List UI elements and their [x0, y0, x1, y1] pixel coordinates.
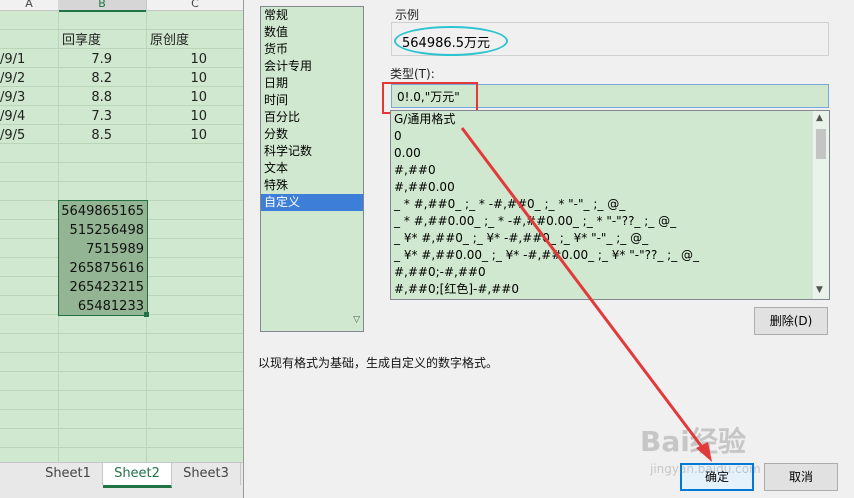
value-cell-c[interactable]: 10 — [147, 107, 207, 126]
header-cell-c[interactable]: 原创度 — [150, 31, 189, 50]
category-item-date[interactable]: 日期 — [261, 75, 363, 92]
format-item[interactable]: _ ¥* #,##0.00_ ;_ ¥* -#,##0.00_ ;_ ¥* "-… — [391, 247, 829, 264]
format-item[interactable]: #,##0 — [391, 162, 829, 179]
sheet-tab-bar: Sheet1 Sheet2 Sheet3 — [0, 462, 243, 498]
grid-row-line — [0, 428, 243, 429]
dialog-footer — [244, 448, 854, 498]
value-cell-c[interactable]: 10 — [147, 69, 207, 88]
delete-button[interactable]: 删除(D) — [754, 307, 828, 335]
date-cell[interactable]: /9/5 — [0, 126, 25, 145]
type-label: 类型(T): — [390, 67, 435, 81]
category-item-special[interactable]: 特殊 — [261, 177, 363, 194]
value-cell-b[interactable]: 7.9 — [58, 50, 112, 69]
grid-row-line — [0, 352, 243, 353]
format-item[interactable]: 0.00 — [391, 145, 829, 162]
category-item-time[interactable]: 时间 — [261, 92, 363, 109]
cancel-button[interactable]: 取消 — [764, 463, 838, 491]
grid-row-line — [0, 29, 243, 30]
grid-row-line — [0, 181, 243, 182]
selected-cell[interactable]: 265423215 — [58, 278, 144, 297]
date-cell[interactable]: /9/1 — [0, 50, 25, 69]
category-item-fraction[interactable]: 分数 — [261, 126, 363, 143]
tab-sheet1[interactable]: Sheet1 — [34, 463, 103, 485]
watermark: Bai经验 — [640, 425, 746, 458]
category-item-general[interactable]: 常规 — [261, 7, 363, 24]
header-cell-b[interactable]: 回享度 — [62, 31, 101, 50]
format-item[interactable]: #,##0;[红色]-#,##0 — [391, 281, 829, 298]
date-cell[interactable]: /9/3 — [0, 88, 25, 107]
tab-sheet3[interactable]: Sheet3 — [172, 463, 241, 485]
selected-cell[interactable]: 5649865165 — [58, 202, 144, 221]
watermark-url: jingyan.baidu.com — [650, 462, 761, 476]
category-item-currency[interactable]: 货币 — [261, 41, 363, 58]
value-cell-c[interactable]: 10 — [147, 50, 207, 69]
category-item-accounting[interactable]: 会计专用 — [261, 58, 363, 75]
selected-cell[interactable]: 65481233 — [58, 297, 144, 316]
column-header-a[interactable]: A — [0, 0, 59, 11]
grid-row-line — [0, 390, 243, 391]
format-item[interactable]: #,##0.00 — [391, 179, 829, 196]
value-cell-c[interactable]: 10 — [147, 88, 207, 107]
grid-row-line — [0, 333, 243, 334]
value-cell-c[interactable]: 10 — [147, 126, 207, 145]
category-item-text[interactable]: 文本 — [261, 160, 363, 177]
description-text: 以现有格式为基础，生成自定义的数字格式。 — [258, 356, 499, 370]
category-item-scientific[interactable]: 科学记数 — [261, 143, 363, 160]
format-item[interactable]: _ * #,##0.00_ ;_ * -#,##0.00_ ;_ * "-"??… — [391, 213, 829, 230]
chevron-up-icon[interactable]: ▲ — [816, 113, 823, 123]
category-item-percentage[interactable]: 百分比 — [261, 109, 363, 126]
value-cell-b[interactable]: 8.8 — [58, 88, 112, 107]
chevron-down-icon[interactable]: ▽ — [353, 315, 360, 325]
format-item[interactable]: _ * #,##0_ ;_ * -#,##0_ ;_ * "-"_ ;_ @_ — [391, 196, 829, 213]
value-cell-b[interactable]: 8.5 — [58, 126, 112, 145]
grid-row-line — [0, 409, 243, 410]
selected-cell[interactable]: 7515989 — [58, 240, 144, 259]
format-item[interactable]: _ ¥* #,##0_ ;_ ¥* -#,##0_ ;_ ¥* "-"_ ;_ … — [391, 230, 829, 247]
value-cell-b[interactable]: 7.3 — [58, 107, 112, 126]
sample-value: 564986.5万元 — [402, 36, 491, 51]
format-list[interactable]: G/通用格式 0 0.00 #,##0 #,##0.00 _ * #,##0_ … — [390, 110, 830, 300]
format-cells-dialog: 常规 数值 货币 会计专用 日期 时间 百分比 分数 科学记数 文本 特殊 自定… — [243, 0, 854, 498]
spreadsheet[interactable]: A B C 回享度 原创度 /9/1 7.9 10 /9/2 8.2 10 /9… — [0, 0, 243, 498]
category-item-custom[interactable]: 自定义 — [261, 194, 363, 211]
value-cell-b[interactable]: 8.2 — [58, 69, 112, 88]
chevron-down-icon[interactable]: ▼ — [816, 285, 823, 295]
format-item[interactable]: #,##0;-#,##0 — [391, 264, 829, 281]
format-list-scrollbar[interactable]: ▲ ▼ — [812, 111, 829, 299]
fill-handle[interactable] — [144, 312, 149, 317]
grid-row-line — [0, 371, 243, 372]
selected-cell[interactable]: 265875616 — [58, 259, 144, 278]
grid-row-line — [0, 447, 243, 448]
column-header-c[interactable]: C — [147, 0, 243, 11]
date-cell[interactable]: /9/4 — [0, 107, 25, 126]
date-cell[interactable]: /9/2 — [0, 69, 25, 88]
category-item-number[interactable]: 数值 — [261, 24, 363, 41]
scrollbar-thumb[interactable] — [816, 129, 826, 159]
sample-label: 示例 — [395, 8, 420, 22]
format-item[interactable]: G/通用格式 — [391, 111, 829, 128]
format-item[interactable]: 0 — [391, 128, 829, 145]
tab-sheet2[interactable]: Sheet2 — [103, 463, 172, 488]
grid-row-line — [0, 48, 243, 49]
column-header-b[interactable]: B — [58, 0, 147, 12]
category-list[interactable]: 常规 数值 货币 会计专用 日期 时间 百分比 分数 科学记数 文本 特殊 自定… — [260, 6, 364, 332]
grid-row-line — [0, 162, 243, 163]
selected-cell[interactable]: 515256498 — [58, 221, 144, 240]
